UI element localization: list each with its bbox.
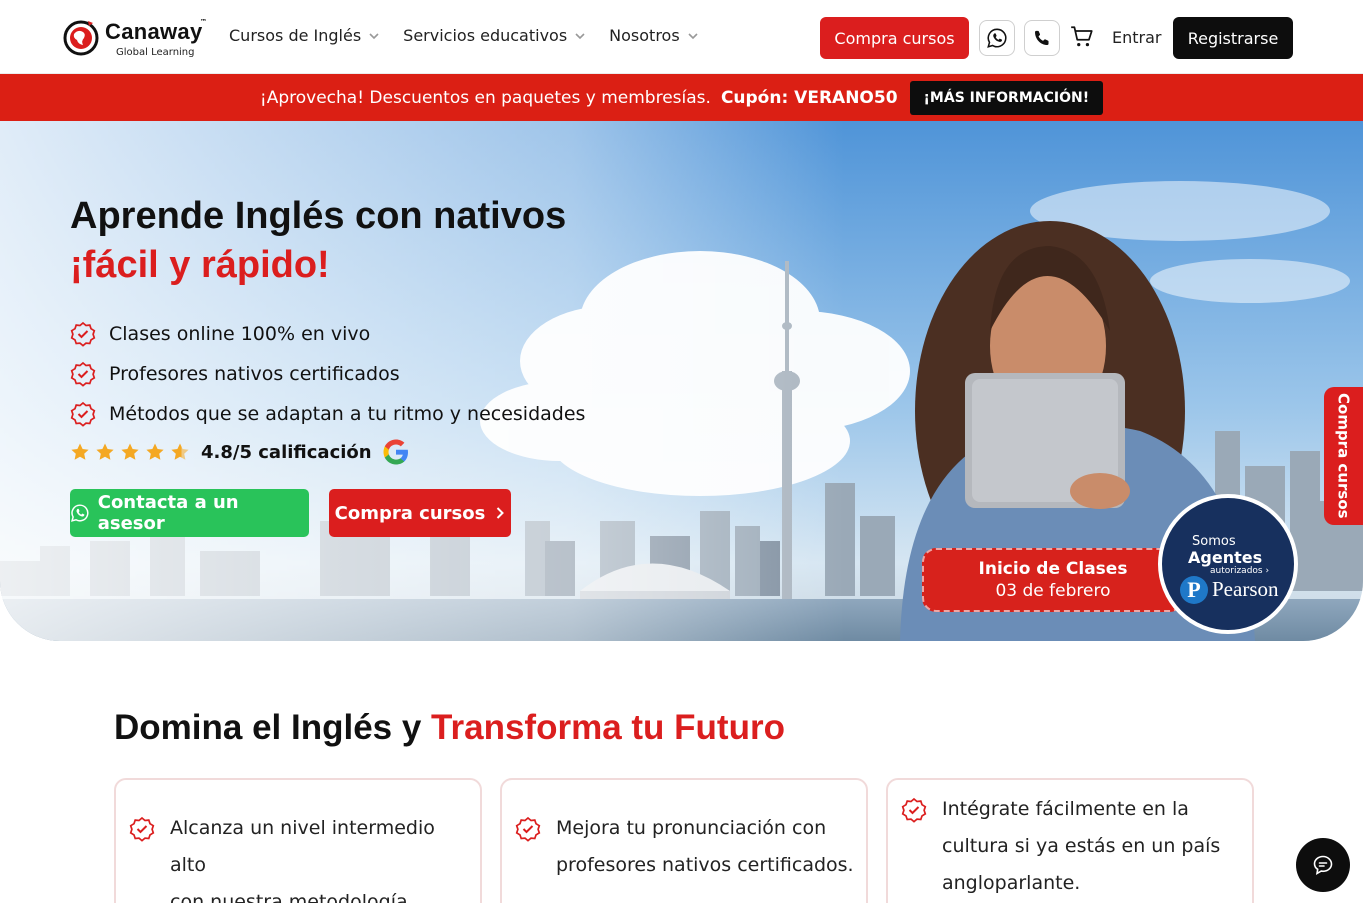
hero-title: Aprende Inglés con nativos [70,195,567,237]
phone-button[interactable] [1024,20,1060,56]
nav-label: Nosotros [609,26,680,45]
buy-courses-button[interactable]: Compra cursos [820,17,969,59]
globe-logo-icon [63,20,99,56]
main-nav: Cursos de Inglés Servicios educativos No… [229,26,698,45]
pearson-name: Pearson [1212,577,1279,601]
check-badge-icon [129,816,155,842]
feature-list: Clases online 100% en vivo Profesores na… [70,314,585,434]
class-start-title: Inicio de Clases [978,559,1128,579]
whatsapp-icon [987,28,1007,48]
hero-section: Aprende Inglés con nativos ¡fácil y rápi… [0,121,1363,641]
contact-advisor-button[interactable]: Contacta a un asesor [70,489,309,537]
nav-servicios-educativos[interactable]: Servicios educativos [403,26,585,45]
feature-text: Profesores nativos certificados [109,363,400,385]
hero-buy-courses-label: Compra cursos [334,502,486,524]
feature-text: Métodos que se adaptan a tu ritmo y nece… [109,403,586,425]
benefit-text: Intégrate fácilmente en la cultura si ya… [942,798,1221,894]
pearson-somos: Somos [1192,534,1236,549]
benefit-text: Alcanza un nivel intermedio alto con nue… [170,817,435,903]
register-button[interactable]: Registrarse [1173,17,1293,59]
feature-text: Clases online 100% en vivo [109,323,371,345]
hero-title-accent: ¡fácil y rápido! [70,244,330,286]
benefit-text: Mejora tu pronunciación con profesores n… [556,817,854,876]
chevron-right-icon [497,507,505,519]
rating: 4.8/5 calificación [70,437,411,467]
feature-item: Clases online 100% en vivo [70,314,585,354]
whatsapp-icon [70,504,89,522]
check-badge-icon [515,816,541,842]
feature-item: Profesores nativos certificados [70,354,585,394]
logo[interactable]: Canaway ™ Global Learning [61,16,211,62]
chevron-down-icon [688,32,698,39]
side-tab-label: Compra cursos [1334,393,1353,519]
site-header: Canaway ™ Global Learning Cursos de Ingl… [0,0,1363,74]
pearson-logo-icon: P [1180,576,1208,604]
logo-tm: ™ [200,18,207,26]
pearson-autorizados: autorizados › [1210,566,1270,576]
section-title-part1: Domina el Inglés y [114,708,422,747]
check-badge-icon [70,401,96,427]
pearson-agentes: Agentes [1188,548,1263,567]
nav-label: Cursos de Inglés [229,26,362,45]
phone-icon [1035,30,1049,45]
hero-buy-courses-button[interactable]: Compra cursos [329,489,511,537]
chevron-down-icon [369,32,379,39]
nav-label: Servicios educativos [403,26,568,45]
star-icon [71,443,89,460]
contact-advisor-label: Contacta a un asesor [97,492,239,534]
promo-bar: ¡Aprovecha! Descuentos en paquetes y mem… [0,74,1363,121]
chevron-down-icon [575,32,585,39]
whatsapp-button[interactable] [979,20,1015,56]
section-title: Domina el Inglés y Transforma tu Futuro [114,708,785,748]
class-start-badge: Inicio de Clases 03 de febrero [922,548,1184,612]
star-icon [146,443,164,460]
feature-item: Métodos que se adaptan a tu ritmo y nece… [70,394,585,434]
nav-nosotros[interactable]: Nosotros [609,26,698,45]
more-info-button[interactable]: ¡MÁS INFORMACIÓN! [909,80,1104,115]
promo-coupon: Cupón: VERANO50 [720,87,898,108]
chat-icon [1313,855,1333,876]
star-icon [121,443,139,460]
cart-icon[interactable] [1069,24,1095,50]
star-icon [171,443,189,460]
logo-name: Canaway [105,19,203,44]
section-title-accent: Transforma tu Futuro [431,708,785,747]
nav-cursos-ingles[interactable]: Cursos de Inglés [229,26,379,45]
rating-text: 4.8/5 calificación [201,441,372,463]
promo-text: ¡Aprovecha! Descuentos en paquetes y mem… [259,87,711,108]
star-icon [96,443,114,460]
chat-button[interactable] [1296,838,1350,892]
class-start-date: 03 de febrero [995,581,1111,601]
check-badge-icon [70,321,96,347]
login-link[interactable]: Entrar [1112,28,1161,47]
benefit-card: Mejora tu pronunciación con profesores n… [500,778,868,903]
pearson-badge[interactable]: Somos Agentes autorizados › P Pearson [1158,494,1298,634]
check-badge-icon [70,361,96,387]
google-icon [383,439,408,465]
benefit-card: Alcanza un nivel intermedio alto con nue… [114,778,482,903]
check-badge-icon [901,797,927,823]
benefit-card: Intégrate fácilmente en la cultura si ya… [886,778,1254,903]
logo-subtitle: Global Learning [116,47,195,58]
side-buy-courses-tab[interactable]: Compra cursos [1324,387,1363,525]
